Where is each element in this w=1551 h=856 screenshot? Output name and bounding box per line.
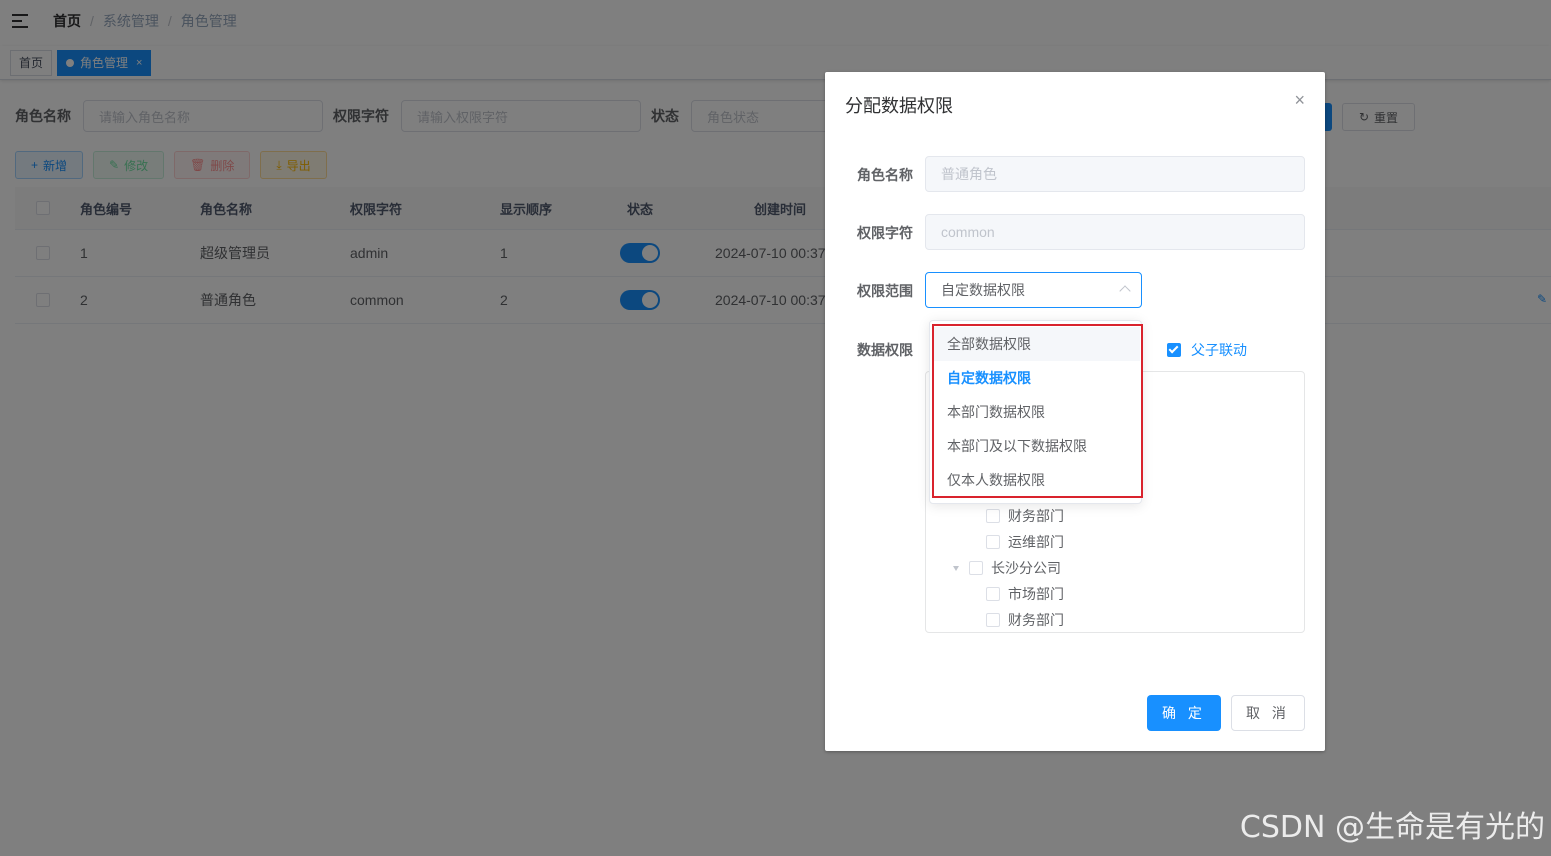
tree-checkbox[interactable] — [986, 587, 1000, 601]
dialog-role-key-label: 权限字符 — [857, 225, 913, 241]
linkage-label: 父子联动 — [1191, 342, 1247, 358]
tree-node[interactable]: 运维部门 — [986, 532, 1064, 552]
tree-checkbox[interactable] — [969, 561, 983, 575]
annotation-highlight-box — [932, 324, 1143, 498]
chevron-up-icon — [1119, 285, 1131, 297]
tree-node[interactable]: 市场部门 — [986, 584, 1064, 604]
tree-node[interactable]: 长沙分公司 — [953, 558, 1061, 578]
linkage-checkbox[interactable]: 父子联动 — [1167, 340, 1247, 360]
close-icon[interactable]: × — [1294, 90, 1305, 111]
dialog-role-name-input: 普通角色 — [925, 156, 1305, 192]
dialog-scope-label: 权限范围 — [857, 283, 913, 299]
tree-node-label: 运维部门 — [1008, 534, 1064, 550]
scope-select-value: 自定数据权限 — [941, 282, 1025, 298]
tree-checkbox[interactable] — [986, 613, 1000, 627]
dialog-role-key-input: common — [925, 214, 1305, 250]
dialog-data-scope-label: 数据权限 — [857, 342, 913, 358]
tree-node-label: 财务部门 — [1008, 612, 1064, 628]
tree-node-label: 长沙分公司 — [991, 560, 1061, 576]
tree-node-label: 财务部门 — [1008, 508, 1064, 524]
confirm-button[interactable]: 确 定 — [1147, 695, 1221, 731]
tree-node[interactable]: 财务部门 — [986, 506, 1064, 526]
checkbox-checked-icon — [1167, 343, 1181, 357]
cancel-button[interactable]: 取 消 — [1231, 695, 1305, 731]
tree-checkbox[interactable] — [986, 535, 1000, 549]
caret-down-icon[interactable] — [953, 565, 959, 571]
scope-select[interactable]: 自定数据权限 — [925, 272, 1142, 308]
dialog-title: 分配数据权限 — [845, 96, 953, 116]
tree-checkbox[interactable] — [986, 509, 1000, 523]
dialog-role-name-label: 角色名称 — [857, 167, 913, 183]
tree-node[interactable]: 财务部门 — [986, 610, 1064, 630]
watermark: CSDN @生命是有光的 — [1239, 810, 1545, 845]
tree-node-label: 市场部门 — [1008, 586, 1064, 602]
